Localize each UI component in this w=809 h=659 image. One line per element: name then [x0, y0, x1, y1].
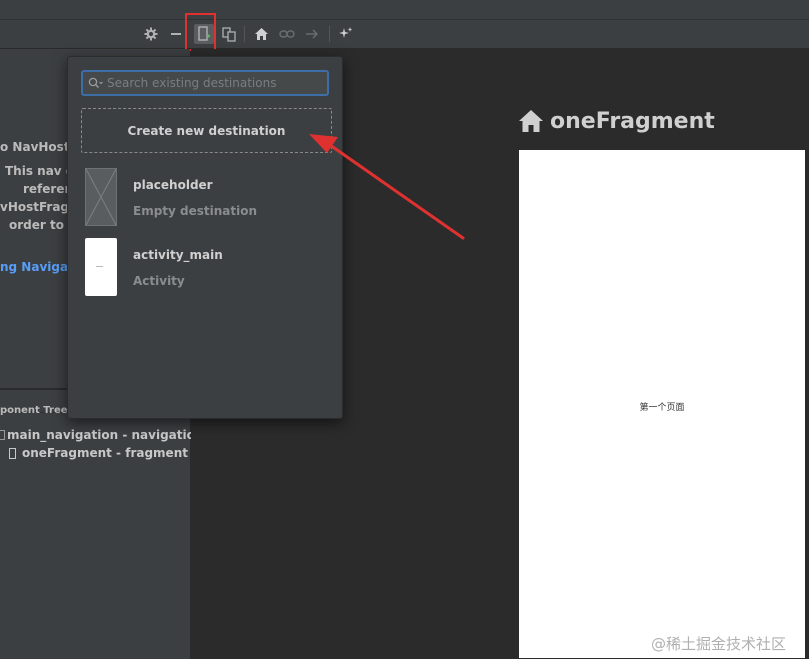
annotation-arrow	[309, 134, 465, 240]
watermark: @稀土掘金技术社区	[651, 635, 787, 653]
